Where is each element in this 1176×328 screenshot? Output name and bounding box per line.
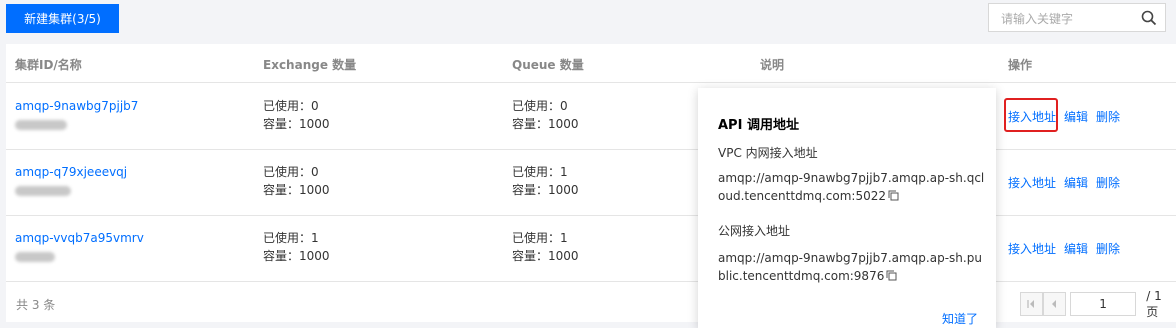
pagination: 1 / 1 页 <box>1020 289 1176 319</box>
first-page-button[interactable] <box>1020 292 1043 316</box>
total-count: 共 3 条 <box>16 298 56 312</box>
got-it-button[interactable]: 知道了 <box>942 310 978 327</box>
public-address: amqp://amqp-9nawbg7pjjb7.amqp.ap-sh.publ… <box>718 249 988 286</box>
access-address-link[interactable]: 接入地址 <box>1008 242 1056 256</box>
queue-stats: 已使用：1 容量：1000 <box>512 163 579 199</box>
cluster-table: 集群ID/名称 Exchange 数量 Queue 数量 说明 操作 amqp-… <box>6 44 1176 322</box>
page-total: / 1 页 <box>1146 288 1162 319</box>
popover-title: API 调用地址 <box>718 118 799 133</box>
exchange-capacity: 容量：1000 <box>263 249 330 263</box>
cluster-name-redacted <box>15 186 71 196</box>
queue-used: 已使用：1 <box>512 165 568 179</box>
row-operations: 接入地址 编辑 删除 <box>1008 174 1128 191</box>
api-address-popover: API 调用地址 VPC 内网接入地址 amqp://amqp-9nawbg7p… <box>698 88 996 328</box>
prev-page-button[interactable] <box>1042 292 1066 316</box>
cluster-name-redacted <box>15 120 67 130</box>
vpc-address-text: amqp://amqp-9nawbg7pjjb7.amqp.ap-sh.qclo… <box>718 171 985 203</box>
exchange-used: 已使用：1 <box>263 231 319 245</box>
header-cluster-id: 集群ID/名称 <box>15 58 82 72</box>
queue-stats: 已使用：0 容量：1000 <box>512 97 579 133</box>
cluster-id-link[interactable]: amqp-vvqb7a95vmrv <box>15 231 144 245</box>
header-operations: 操作 <box>1008 58 1033 72</box>
queue-capacity: 容量：1000 <box>512 117 579 131</box>
table-row: amqp-q79xjeeevqj 已使用：0 容量：1000 已使用：1 容量：… <box>6 149 1176 216</box>
copy-icon[interactable] <box>888 188 899 206</box>
search-box <box>988 3 1166 32</box>
queue-used: 已使用：1 <box>512 231 568 245</box>
cluster-name-redacted <box>15 252 55 262</box>
table-row: amqp-vvqb7a95vmrv 已使用：1 容量：1000 已使用：1 容量… <box>6 215 1176 282</box>
delete-link[interactable]: 删除 <box>1096 242 1120 256</box>
exchange-capacity: 容量：1000 <box>263 117 330 131</box>
exchange-used: 已使用：0 <box>263 99 319 113</box>
header-queue-count: Queue 数量 <box>512 58 584 72</box>
copy-icon[interactable] <box>886 268 897 286</box>
search-icon[interactable] <box>1141 10 1157 29</box>
first-page-icon <box>1027 300 1035 308</box>
vpc-address: amqp://amqp-9nawbg7pjjb7.amqp.ap-sh.qclo… <box>718 169 988 206</box>
vpc-address-label: VPC 内网接入地址 <box>718 146 818 160</box>
cluster-id-link[interactable]: amqp-9nawbg7pjjb7 <box>15 99 138 113</box>
queue-capacity: 容量：1000 <box>512 183 579 197</box>
access-address-link[interactable]: 接入地址 <box>1008 176 1056 190</box>
table-row: amqp-9nawbg7pjjb7 已使用：0 容量：1000 已使用：0 容量… <box>6 83 1176 150</box>
edit-link[interactable]: 编辑 <box>1064 242 1088 256</box>
public-address-label: 公网接入地址 <box>718 224 791 238</box>
delete-link[interactable]: 删除 <box>1096 176 1120 190</box>
edit-link[interactable]: 编辑 <box>1064 176 1088 190</box>
queue-used: 已使用：0 <box>512 99 568 113</box>
prev-page-icon <box>1052 300 1057 308</box>
search-input[interactable] <box>999 9 1133 29</box>
table-footer: 共 3 条 1 / 1 页 <box>6 280 1176 322</box>
header-exchange-count: Exchange 数量 <box>263 58 357 72</box>
exchange-used: 已使用：0 <box>263 165 319 179</box>
cluster-id-link[interactable]: amqp-q79xjeeevqj <box>15 165 127 179</box>
exchange-capacity: 容量：1000 <box>263 183 330 197</box>
highlight-box <box>1004 98 1058 132</box>
exchange-stats: 已使用：0 容量：1000 <box>263 97 330 133</box>
row-operations: 接入地址 编辑 删除 <box>1008 240 1128 257</box>
exchange-stats: 已使用：1 容量：1000 <box>263 229 330 265</box>
exchange-stats: 已使用：0 容量：1000 <box>263 163 330 199</box>
table-header: 集群ID/名称 Exchange 数量 Queue 数量 说明 操作 <box>6 44 1176 83</box>
public-address-text: amqp://amqp-9nawbg7pjjb7.amqp.ap-sh.publ… <box>718 251 982 283</box>
queue-stats: 已使用：1 容量：1000 <box>512 229 579 265</box>
page-number-input[interactable]: 1 <box>1069 292 1137 316</box>
new-cluster-button[interactable]: 新建集群(3/5) <box>6 4 119 33</box>
delete-link[interactable]: 删除 <box>1096 110 1120 124</box>
edit-link[interactable]: 编辑 <box>1064 110 1088 124</box>
queue-capacity: 容量：1000 <box>512 249 579 263</box>
header-description: 说明 <box>760 58 785 72</box>
toolbar: 新建集群(3/5) <box>0 0 1176 44</box>
